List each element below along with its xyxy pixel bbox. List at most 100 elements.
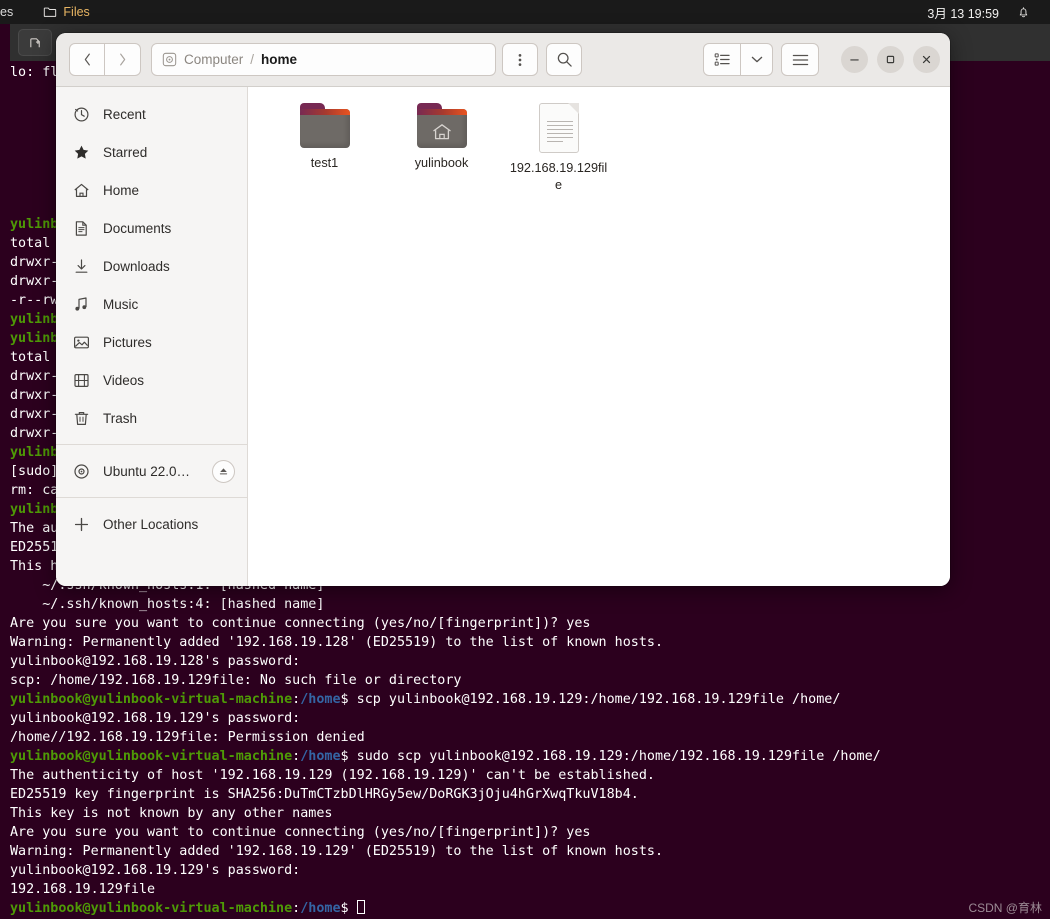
breadcrumb[interactable]: Computer / home: [151, 43, 496, 76]
view-options-dropdown[interactable]: [741, 43, 773, 76]
sidebar-item-other-locations[interactable]: Other Locations: [56, 505, 247, 543]
breadcrumb-separator: /: [250, 52, 254, 67]
sidebar-item-label: Downloads: [103, 259, 235, 274]
terminal-text: yulinbook@yulinbook-virtual-machine: [10, 692, 292, 707]
sidebar-item-music[interactable]: Music: [56, 285, 247, 323]
eject-icon[interactable]: [212, 460, 235, 483]
sidebar-item-downloads[interactable]: Downloads: [56, 247, 247, 285]
files-window: Computer / home: [56, 33, 950, 586]
gnome-top-bar: es Files 3月 13 19:59: [0, 0, 1050, 24]
terminal-line: ED25519 key fingerprint is SHA256:DuTmCT…: [10, 785, 1050, 804]
terminal-text: /home//192.168.19.129file: Permission de…: [10, 730, 365, 745]
sidebar-separator: [56, 497, 247, 498]
terminal-text: ~/.ssh/known_hosts:4: [hashed name]: [10, 597, 324, 612]
file-name-label: 192.168.19.129file: [507, 160, 611, 194]
star-icon: [73, 144, 90, 161]
terminal-text: yulinbook@yulinbook-virtual-machine: [10, 901, 292, 916]
clock[interactable]: 3月 13 19:59: [927, 3, 999, 22]
terminal-line: The authenticity of host '192.168.19.129…: [10, 766, 1050, 785]
terminal-line: Are you sure you want to continue connec…: [10, 823, 1050, 842]
sidebar-item-pictures[interactable]: Pictures: [56, 323, 247, 361]
chevron-left-icon: [83, 52, 92, 67]
plus-icon: [73, 516, 90, 533]
terminal-text: This key is not known by any other names: [10, 806, 332, 821]
file-icon: [539, 103, 579, 153]
file-item[interactable]: yulinbook: [383, 99, 500, 194]
forward-button[interactable]: [105, 43, 141, 76]
terminal-text: /home: [300, 692, 340, 707]
terminal-line: Are you sure you want to continue connec…: [10, 614, 1050, 633]
terminal-text: yulinbook@yulinbook-virtual-machine: [10, 749, 292, 764]
list-view-icon: [714, 52, 731, 67]
clock-icon: [73, 106, 90, 123]
sidebar-item-documents[interactable]: Documents: [56, 209, 247, 247]
breadcrumb-computer[interactable]: Computer: [184, 52, 243, 67]
terminal-line: Warning: Permanently added '192.168.19.1…: [10, 633, 1050, 652]
main-menu-button[interactable]: [781, 43, 819, 76]
terminal-text: Warning: Permanently added '192.168.19.1…: [10, 635, 663, 650]
close-icon: [921, 54, 932, 65]
sidebar-item-label: Trash: [103, 411, 235, 426]
terminal-text: $ sudo scp yulinbook@192.168.19.129:/hom…: [341, 749, 881, 764]
folder-icon: [300, 103, 350, 148]
terminal-text: yulinbook@192.168.19.128's password:: [10, 654, 300, 669]
kebab-menu-icon: [518, 52, 522, 68]
maximize-button[interactable]: [877, 46, 904, 73]
terminal-text: scp: /home/192.168.19.129file: No such f…: [10, 673, 461, 688]
terminal-line: yulinbook@192.168.19.129's password:: [10, 861, 1050, 880]
headerbar-right-controls: [703, 43, 940, 76]
terminal-line: yulinbook@yulinbook-virtual-machine:/hom…: [10, 899, 1050, 918]
terminal-text: $ scp yulinbook@192.168.19.129:/home/192…: [341, 692, 841, 707]
file-item[interactable]: test1: [266, 99, 383, 194]
terminal-text: /home: [300, 749, 340, 764]
back-button[interactable]: [69, 43, 105, 76]
folder-stripe: [300, 109, 350, 115]
sidebar-item-label: Recent: [103, 107, 235, 122]
sidebar-item-home[interactable]: Home: [56, 171, 247, 209]
terminal-text: /home: [300, 901, 340, 916]
search-button[interactable]: [546, 43, 582, 76]
minimize-button[interactable]: [841, 46, 868, 73]
bell-icon[interactable]: [1017, 5, 1030, 20]
file-item[interactable]: 192.168.19.129file: [500, 99, 617, 194]
sidebar-item-starred[interactable]: Starred: [56, 133, 247, 171]
hamburger-menu-icon: [792, 53, 809, 67]
film-icon: [73, 372, 90, 389]
terminal-text: ED25519 key fingerprint is SHA256:DuTmCT…: [10, 787, 639, 802]
sidebar-item-label: Documents: [103, 221, 235, 236]
terminal-line: yulinbook@192.168.19.129's password:: [10, 709, 1050, 728]
sidebar-item-label: Other Locations: [103, 517, 235, 532]
sidebar-item-label: Music: [103, 297, 235, 312]
file-name-label: yulinbook: [415, 155, 469, 172]
file-icon-grid: test1 yulinbook 192.168.19.129file: [248, 99, 950, 194]
terminal-line: yulinbook@yulinbook-virtual-machine:/hom…: [10, 747, 1050, 766]
terminal-line: yulinbook@yulinbook-virtual-machine:/hom…: [10, 690, 1050, 709]
breadcrumb-current[interactable]: home: [261, 52, 297, 67]
path-menu-button[interactable]: [502, 43, 538, 76]
terminal-line: /home//192.168.19.129file: Permission de…: [10, 728, 1050, 747]
terminal-line: Warning: Permanently added '192.168.19.1…: [10, 842, 1050, 861]
disc-icon: [73, 463, 90, 480]
trash-icon: [73, 410, 90, 427]
close-button[interactable]: [913, 46, 940, 73]
list-view-button[interactable]: [703, 43, 741, 76]
page-fold: [568, 103, 579, 114]
sidebar-item-label: Videos: [103, 373, 235, 388]
terminal-text: yulinbook@192.168.19.129's password:: [10, 711, 300, 726]
sidebar-item-ubuntu-22-0[interactable]: Ubuntu 22.0…: [56, 452, 247, 490]
terminal-line: This key is not known by any other names: [10, 804, 1050, 823]
sidebar-item-recent[interactable]: Recent: [56, 95, 247, 133]
sidebar-item-trash[interactable]: Trash: [56, 399, 247, 437]
image-icon: [73, 334, 90, 351]
chevron-right-icon: [118, 52, 127, 67]
terminal-line: ~/.ssh/known_hosts:4: [hashed name]: [10, 595, 1050, 614]
document-icon: [73, 220, 90, 237]
file-list-view[interactable]: test1 yulinbook 192.168.19.129file: [248, 87, 950, 586]
watermark: CSDN @育林: [968, 899, 1042, 916]
view-mode-group: [703, 43, 773, 76]
sidebar-item-videos[interactable]: Videos: [56, 361, 247, 399]
terminal-text: The authenticity of host '192.168.19.129…: [10, 768, 655, 783]
sidebar-item-label: Home: [103, 183, 235, 198]
terminal-cursor: [357, 900, 365, 914]
sidebar-item-label: Ubuntu 22.0…: [103, 464, 199, 479]
